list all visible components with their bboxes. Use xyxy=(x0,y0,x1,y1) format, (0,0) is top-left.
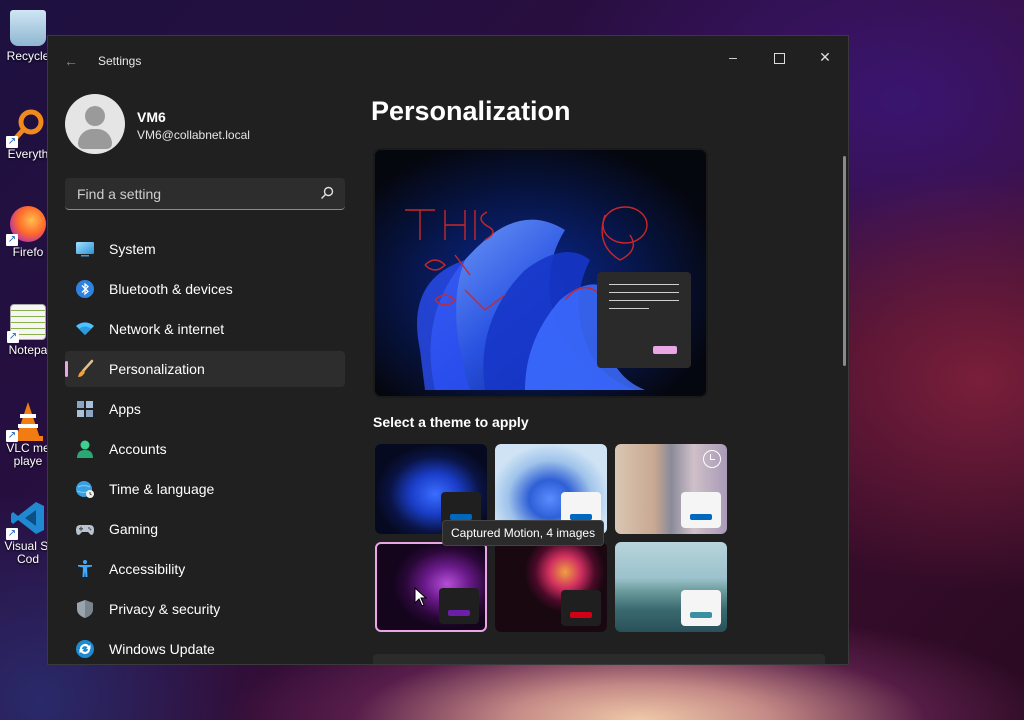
theme-accent-bar xyxy=(570,612,592,618)
close-icon: ✕ xyxy=(819,49,831,65)
accounts-icon xyxy=(77,440,93,458)
desktop-icon-notepad[interactable]: ↗ Notepa xyxy=(4,304,52,357)
sidebar-item-accessibility[interactable]: Accessibility xyxy=(65,551,345,587)
sidebar-item-label: System xyxy=(109,241,156,257)
sidebar-item-label: Windows Update xyxy=(109,641,215,657)
theme-mini-window xyxy=(439,588,479,624)
theme-accent-bar xyxy=(448,610,470,616)
theme-section-label: Select a theme to apply xyxy=(373,414,529,430)
settings-window: ← Settings – ✕ VM6 VM6@collabnet.local S… xyxy=(47,35,849,665)
spotlight-icon xyxy=(703,450,721,468)
sidebar-item-label: Personalization xyxy=(109,361,205,377)
search-box[interactable] xyxy=(65,178,345,210)
preview-dialog xyxy=(597,272,691,368)
theme-mini-window xyxy=(681,590,721,626)
desktop-icon-vscode[interactable]: ↗ Visual St Cod xyxy=(4,500,52,566)
sidebar-item-label: Apps xyxy=(109,401,141,417)
system-icon xyxy=(76,242,94,257)
avatar-head xyxy=(85,106,105,126)
user-email: VM6@collabnet.local xyxy=(137,128,250,142)
page-title: Personalization xyxy=(371,96,571,126)
desktop-icon-label: Everyth xyxy=(7,147,49,161)
sidebar-item-network[interactable]: Network & internet xyxy=(65,311,345,347)
theme-spotlight[interactable] xyxy=(615,444,727,534)
sidebar-item-label: Privacy & security xyxy=(109,601,221,617)
desktop-icon-vlc[interactable]: ↗ VLC me playe xyxy=(4,402,52,468)
maximize-button[interactable] xyxy=(756,42,802,72)
sidebar-item-windows-update[interactable]: Windows Update xyxy=(65,631,345,664)
preview-dialog-line xyxy=(609,292,679,293)
content-scrollbar[interactable] xyxy=(843,156,846,366)
sidebar-item-time-language[interactable]: Time & language xyxy=(65,471,345,507)
sidebar-item-label: Accounts xyxy=(109,441,167,457)
search-input[interactable] xyxy=(75,184,309,204)
desktop-icon-label: VLC me playe xyxy=(6,441,50,468)
theme-preview xyxy=(373,148,708,398)
gamepad-icon xyxy=(76,525,94,535)
theme-tooltip: Captured Motion, 4 images xyxy=(442,520,605,546)
settings-card-partial[interactable] xyxy=(373,654,825,664)
desktop-icon-recycle-bin[interactable]: Recycle xyxy=(4,10,52,63)
back-arrow-icon: ← xyxy=(64,53,78,69)
vlc-icon: ↗ xyxy=(6,402,46,442)
sidebar-item-label: Bluetooth & devices xyxy=(109,281,233,297)
sidebar-item-label: Network & internet xyxy=(109,321,225,337)
theme-accent-bar xyxy=(690,514,712,520)
sidebar-item-bluetooth[interactable]: Bluetooth & devices xyxy=(65,271,345,307)
avatar-body xyxy=(78,129,112,149)
shield-icon xyxy=(77,600,93,618)
theme-flow[interactable] xyxy=(615,542,727,632)
theme-captured-motion[interactable] xyxy=(495,542,607,632)
sidebar-item-system[interactable]: System xyxy=(65,231,345,267)
avatar[interactable] xyxy=(65,94,125,154)
everything-search-icon: ↗ xyxy=(6,108,46,148)
desktop-icon-label: Firefo xyxy=(12,245,44,259)
sidebar-item-label: Gaming xyxy=(109,521,159,537)
theme-mini-window xyxy=(681,492,721,528)
apps-icon xyxy=(77,401,93,417)
wifi-icon xyxy=(76,322,94,335)
desktop-icon-label: Notepa xyxy=(8,343,48,357)
back-button[interactable]: ← xyxy=(62,52,80,70)
sidebar-item-privacy-security[interactable]: Privacy & security xyxy=(65,591,345,627)
sidebar-item-personalization[interactable]: Personalization xyxy=(65,351,345,387)
sidebar-item-gaming[interactable]: Gaming xyxy=(65,511,345,547)
preview-dialog-line xyxy=(609,308,649,309)
sidebar-item-label: Accessibility xyxy=(109,561,186,577)
minimize-icon: – xyxy=(729,49,737,65)
window-title: Settings xyxy=(98,54,142,68)
theme-mini-window xyxy=(561,590,601,626)
theme-accent-bar xyxy=(690,612,712,618)
preview-dialog-line xyxy=(609,284,679,285)
search-icon[interactable] xyxy=(319,185,335,201)
minimize-button[interactable]: – xyxy=(710,42,756,72)
globe-clock-icon xyxy=(76,481,94,498)
sidebar-item-apps[interactable]: Apps xyxy=(65,391,345,427)
brush-icon xyxy=(78,359,94,377)
sidebar-nav: System Bluetooth & devices Network & int… xyxy=(65,231,345,664)
user-name: VM6 xyxy=(137,109,166,125)
desktop-icon-label: Visual St Cod xyxy=(4,539,52,566)
close-button[interactable]: ✕ xyxy=(802,42,848,72)
preview-dialog-line xyxy=(609,300,679,301)
recycle-bin-icon xyxy=(10,10,46,46)
preview-dialog-button xyxy=(653,346,677,354)
theme-glow[interactable] xyxy=(375,542,487,632)
title-bar: ← Settings – ✕ xyxy=(48,36,848,84)
bluetooth-icon xyxy=(76,280,94,298)
windows-update-icon xyxy=(76,640,94,658)
desktop-icon-label: Recycle xyxy=(6,49,50,63)
sidebar-item-label: Time & language xyxy=(109,481,215,497)
desktop-icon-everything[interactable]: ↗ Everyth xyxy=(4,108,52,161)
maximize-icon xyxy=(773,52,785,64)
desktop-icon-firefox[interactable]: ↗ Firefo xyxy=(4,206,52,259)
mouse-cursor-icon xyxy=(414,587,428,607)
notepad-icon: ↗ xyxy=(7,304,46,343)
accessibility-icon xyxy=(78,560,92,577)
vscode-icon: ↗ xyxy=(6,500,46,540)
sidebar-item-accounts[interactable]: Accounts xyxy=(65,431,345,467)
firefox-icon: ↗ xyxy=(6,206,46,246)
